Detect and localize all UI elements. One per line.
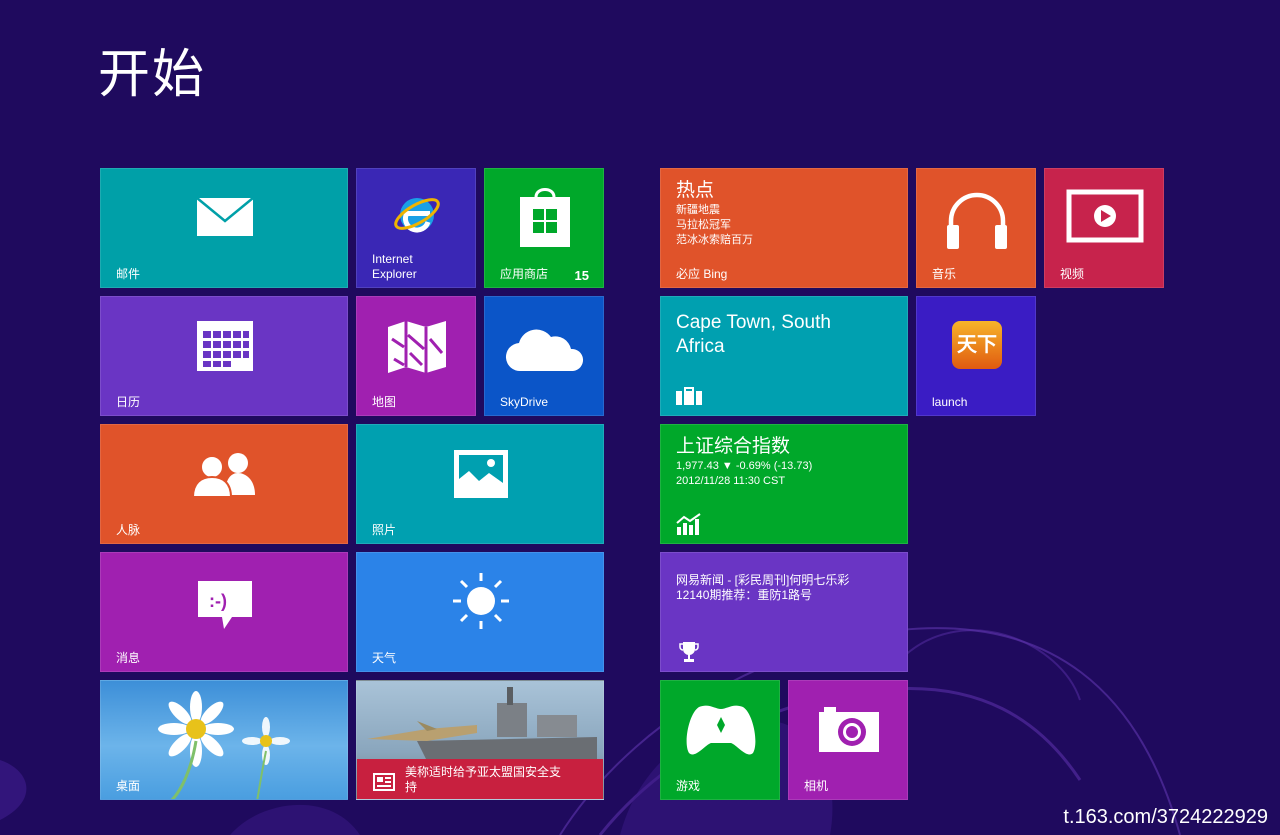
- bing-heading: 热点: [676, 180, 715, 201]
- tile-people[interactable]: 人脉: [100, 424, 348, 544]
- tile-label: 地图: [372, 395, 397, 409]
- launch-app-icon: 天下: [952, 321, 1002, 369]
- finance-timestamp: 2012/11/28 11:30 CST: [676, 475, 786, 487]
- tile-skydrive[interactable]: SkyDrive: [484, 296, 604, 416]
- bing-item: 范冰冰索赔百万: [676, 234, 753, 246]
- tile-video[interactable]: 视频: [1044, 168, 1164, 288]
- tile-label: launch: [932, 395, 968, 409]
- tile-finance[interactable]: 上证综合指数 1,977.43 ▼ -0.69% (-13.73) 2012/1…: [660, 424, 908, 544]
- tile-label: 消息: [116, 651, 141, 665]
- tile-label: 日历: [116, 395, 141, 409]
- tile-label: 必应 Bing: [676, 267, 728, 281]
- tile-messaging[interactable]: :-) 消息: [100, 552, 348, 672]
- internet-explorer-icon: [394, 198, 440, 233]
- store-icon: [520, 188, 570, 247]
- travel-destination: Africa: [676, 336, 725, 357]
- calendar-icon: [197, 321, 253, 371]
- tile-label: 人脉: [116, 523, 141, 537]
- tile-label: 相机: [804, 779, 829, 793]
- watermark-text: t.163.com/3724222929: [1063, 806, 1268, 828]
- tile-label: SkyDrive: [500, 395, 549, 409]
- tile-label: 邮件: [116, 267, 141, 281]
- tile-mail[interactable]: 邮件: [100, 168, 348, 288]
- sports-headline: 12140期推荐：重防1路号: [676, 588, 813, 602]
- cloud-icon: [505, 329, 584, 372]
- sports-headline: 网易新闻 - [彩民周刊]何明七乐彩: [676, 573, 850, 587]
- tile-store[interactable]: 应用商店 15: [484, 168, 604, 288]
- news-headline: 美称适时给予亚太盟国安全支持: [405, 765, 562, 794]
- travel-content: Cape Town, South Africa: [676, 311, 831, 359]
- photo-icon: [454, 450, 508, 498]
- finance-index-name: 上证综合指数: [676, 436, 791, 457]
- tile-launch[interactable]: 天下 launch: [916, 296, 1036, 416]
- tile-label: 天气: [372, 651, 397, 665]
- bing-content: 热点 新疆地震 马拉松冠军 范冰冰索赔百万: [676, 179, 753, 248]
- finance-quote: 1,977.43 ▼ -0.69% (-13.73): [676, 460, 813, 472]
- sun-icon: [453, 573, 509, 629]
- map-icon: [388, 321, 446, 373]
- finance-content: 上证综合指数 1,977.43 ▼ -0.69% (-13.73) 2012/1…: [676, 435, 812, 489]
- tile-desktop[interactable]: 桌面: [100, 680, 348, 800]
- tile-music[interactable]: 音乐: [916, 168, 1036, 288]
- tile-weather[interactable]: 天气: [356, 552, 604, 672]
- tile-maps[interactable]: 地图: [356, 296, 476, 416]
- tile-bing[interactable]: 热点 新疆地震 马拉松冠军 范冰冰索赔百万 必应 Bing: [660, 168, 908, 288]
- headphones-icon: [947, 192, 1007, 249]
- tile-photos[interactable]: 照片: [356, 424, 604, 544]
- game-controller-icon: [686, 705, 756, 755]
- tile-label: Internet Explorer: [372, 252, 417, 281]
- message-emoticon: :-): [209, 591, 227, 611]
- tile-label: 视频: [1060, 267, 1085, 281]
- store-update-badge: 15: [574, 268, 589, 283]
- tile-label: 游戏: [676, 779, 701, 793]
- tile-label: 桌面: [116, 779, 141, 793]
- tile-travel[interactable]: Cape Town, South Africa: [660, 296, 908, 416]
- tile-label: 音乐: [932, 267, 957, 281]
- tile-camera[interactable]: 相机: [788, 680, 908, 800]
- travel-destination: Cape Town, South: [676, 312, 831, 333]
- tile-label: 应用商店: [500, 267, 549, 281]
- tile-games[interactable]: 游戏: [660, 680, 780, 800]
- trophy-icon: [679, 642, 699, 662]
- people-icon: [191, 453, 255, 497]
- video-icon: [1066, 189, 1144, 243]
- bing-item: 马拉松冠军: [676, 219, 731, 231]
- sports-content: 网易新闻 - [彩民周刊]何明七乐彩 12140期推荐：重防1路号: [676, 573, 849, 603]
- bing-item: 新疆地震: [676, 204, 720, 216]
- tile-sports[interactable]: 网易新闻 - [彩民周刊]何明七乐彩 12140期推荐：重防1路号: [660, 552, 908, 672]
- tile-calendar[interactable]: 日历: [100, 296, 348, 416]
- tile-news[interactable]: 美称适时给予亚太盟国安全支持: [356, 680, 604, 800]
- mail-icon: [196, 197, 254, 236]
- camera-icon: [819, 707, 879, 752]
- start-title: 开始: [98, 46, 207, 104]
- news-icon: [373, 773, 395, 791]
- warship-photo: [367, 687, 597, 761]
- tile-internet-explorer[interactable]: Internet Explorer: [356, 168, 476, 288]
- finance-chart-icon: [676, 513, 701, 535]
- tile-label: 照片: [372, 523, 397, 537]
- suitcase-icon: [676, 387, 702, 405]
